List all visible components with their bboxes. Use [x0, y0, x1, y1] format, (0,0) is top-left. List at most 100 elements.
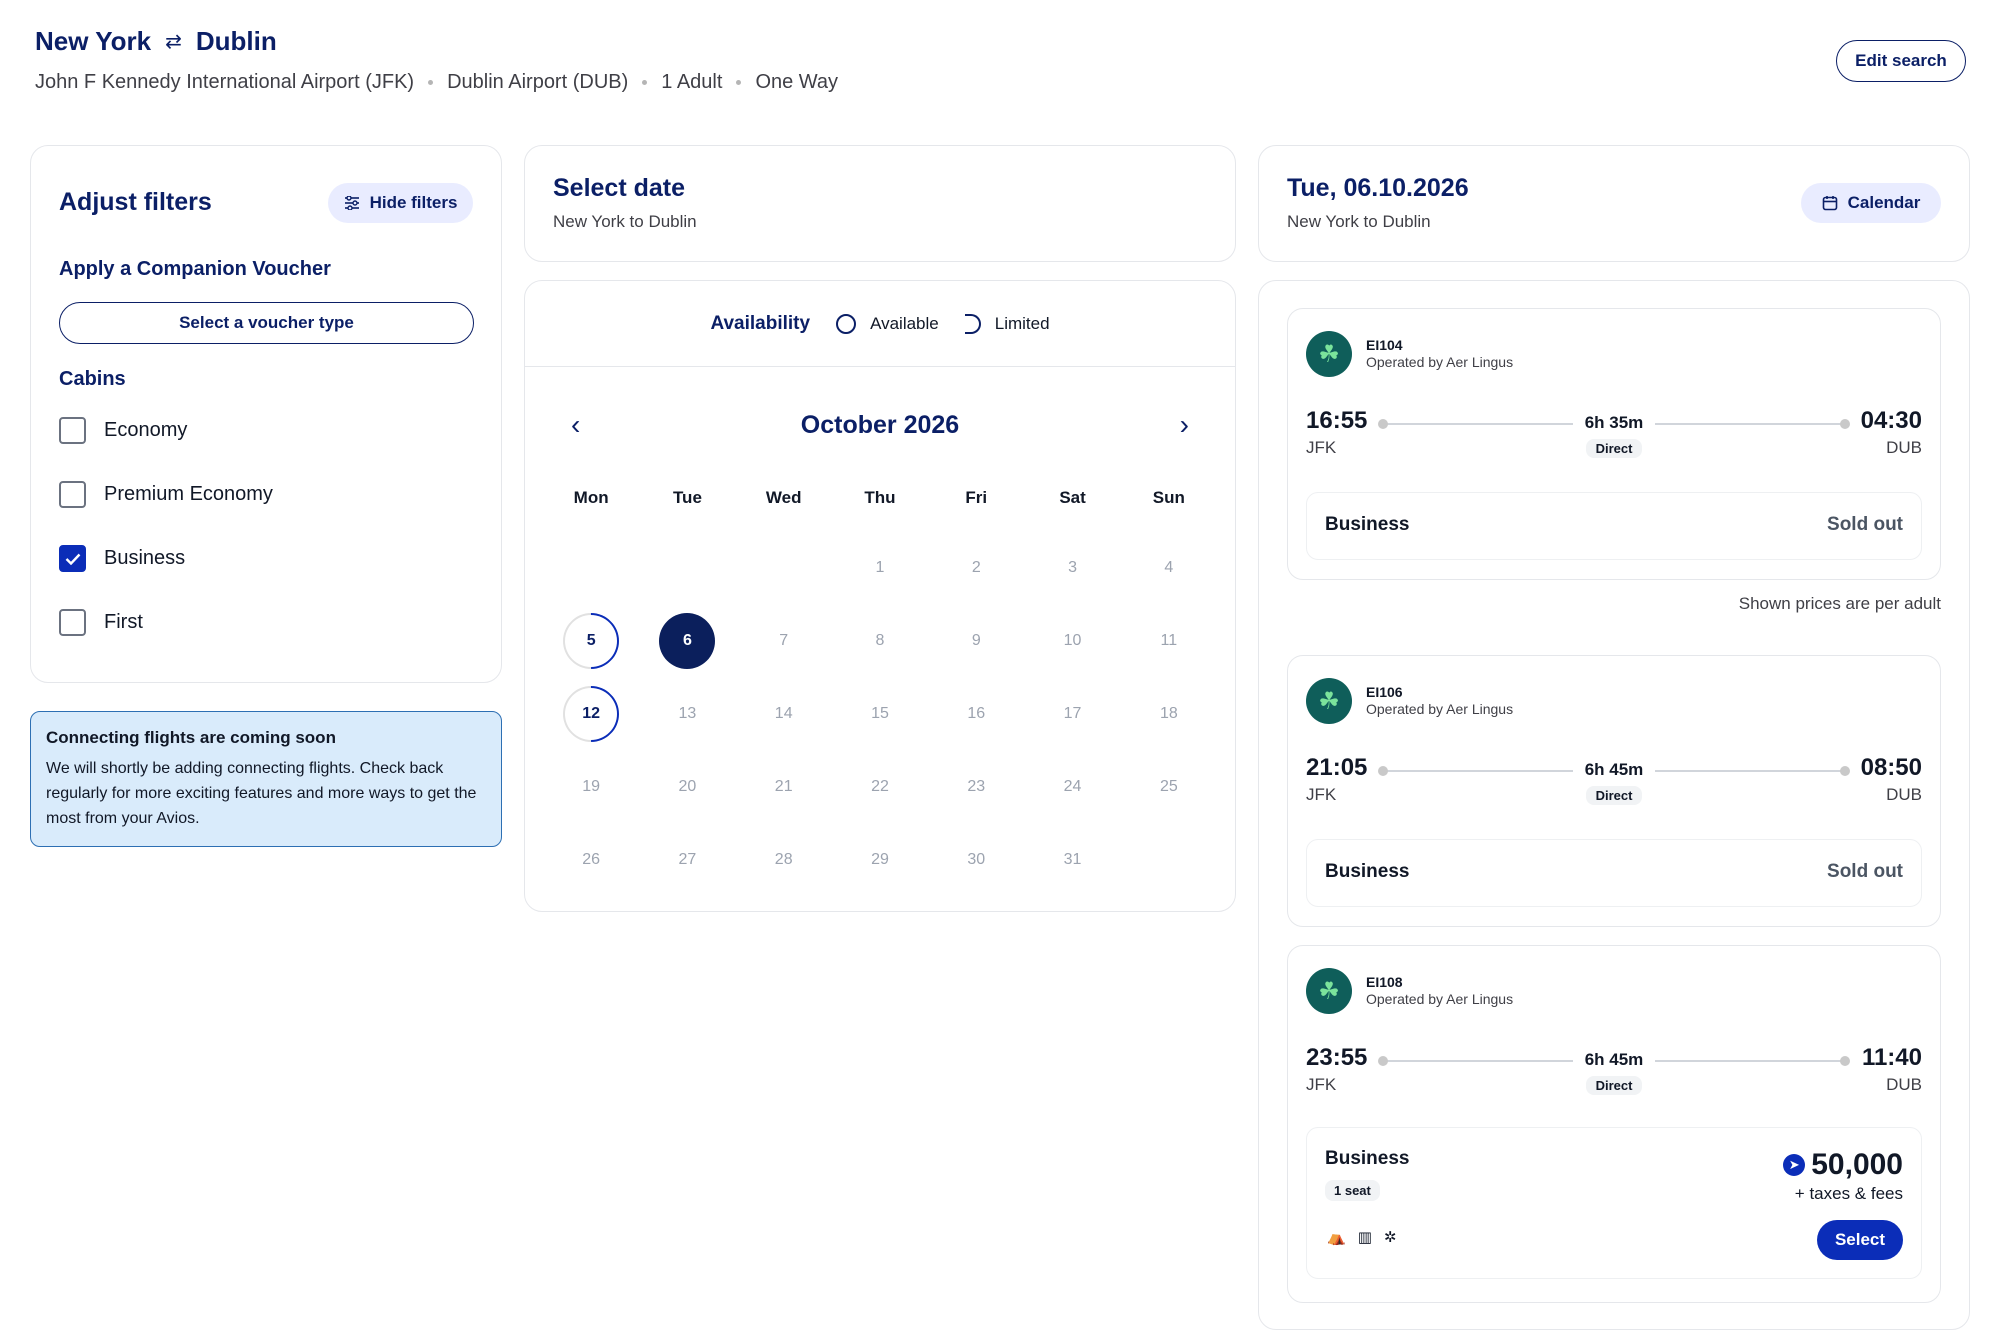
direct-badge: Direct: [1585, 1076, 1643, 1095]
calendar-day: 11: [1121, 604, 1217, 677]
filters-panel: Adjust filters Hide filters Apply a Comp…: [30, 145, 502, 683]
cabin-option-economy[interactable]: Economy: [59, 417, 187, 444]
calendar-days-grid: 1 2 3 4 5 6 7 8 9 10 11 12 13 14 15 16 17 18 19 20 21 22 23 24 2…: [543, 531, 1217, 896]
amenities: ⛺ ▥ ✲: [1327, 1228, 1396, 1246]
calendar-day[interactable]: 5: [543, 604, 639, 677]
operator: Operated by Aer Lingus: [1366, 354, 1514, 370]
duration: 6h 45m: [1288, 760, 1940, 780]
business-checkbox[interactable]: [59, 545, 86, 572]
duration-text: 6h 45m: [1572, 760, 1656, 779]
calendar-day: 19: [543, 750, 639, 823]
select-date-subtitle: New York to Dublin: [553, 212, 697, 231]
stops-wrap: Direct: [1288, 1076, 1940, 1095]
select-flight-button[interactable]: Select: [1817, 1220, 1903, 1260]
separator-dot: [642, 80, 648, 85]
selected-date-card: Tue, 06.10.2026 New York to Dublin Calen…: [1258, 145, 1970, 262]
limited-half-ring-icon: [964, 313, 981, 334]
edit-search-button[interactable]: Edit search: [1836, 40, 1966, 82]
day-number: 16: [967, 704, 986, 722]
sliders-icon: [344, 196, 359, 210]
day-number: 5: [586, 631, 596, 649]
weekday-label: Sun: [1152, 488, 1185, 507]
availability-label: Availability: [710, 312, 811, 334]
calendar-day: 24: [1024, 750, 1120, 823]
cabin-option-business[interactable]: Business: [59, 545, 185, 572]
aer-lingus-shamrock-icon: ☘: [1306, 331, 1352, 377]
weekday-header: Mon Tue Wed Thu Fri Sat Sun: [543, 488, 1217, 508]
day-number: 3: [1068, 558, 1078, 576]
sold-out-label: Sold out: [1827, 861, 1903, 882]
flight-card: ☘ EI104 Operated by Aer Lingus 16:55 04:…: [1287, 308, 1941, 580]
notice-body: We will shortly be adding connecting fli…: [46, 760, 477, 827]
selected-date-subtitle: New York to Dublin: [1287, 212, 1431, 231]
calendar-day: 13: [639, 677, 735, 750]
calendar-day: 30: [928, 823, 1024, 896]
swap-arrows-icon: ⇄: [165, 31, 182, 53]
calendar-day: 1: [832, 531, 928, 604]
calendar-button[interactable]: Calendar: [1801, 183, 1941, 223]
first-checkbox[interactable]: [59, 609, 86, 636]
departure-code: JFK: [1306, 438, 1337, 457]
legend-available: Available: [870, 313, 939, 333]
day-number: 15: [871, 704, 889, 722]
duration: 6h 35m: [1288, 413, 1940, 433]
cabin-label: Premium Economy: [104, 483, 273, 505]
connecting-flights-notice: Connecting flights are coming soon We wi…: [30, 711, 502, 847]
stops-wrap: Direct: [1288, 439, 1940, 458]
calendar-icon: [1822, 196, 1837, 211]
day-number: 30: [967, 850, 986, 868]
weekday-label: Mon: [573, 488, 609, 507]
day-number: 7: [779, 631, 789, 649]
weekday-label: Thu: [864, 488, 896, 507]
day-number: 14: [774, 704, 793, 722]
flight-number: EI104: [1366, 337, 1403, 353]
seats-left-badge: 1 seat: [1325, 1180, 1380, 1201]
calendar-day: 16: [928, 677, 1024, 750]
calendar-day: 28: [736, 823, 832, 896]
calendar-day-selected[interactable]: 6: [639, 604, 735, 677]
hide-filters-button[interactable]: Hide filters: [328, 183, 473, 223]
destination-city: Dublin: [195, 26, 277, 56]
calendar-day: 9: [928, 604, 1024, 677]
duration: 6h 45m: [1288, 1050, 1940, 1070]
calendar-day: 21: [736, 750, 832, 823]
price-value: 50,000: [1811, 1148, 1903, 1181]
availability-legend: Availability Available Limited: [525, 281, 1235, 367]
day-number: 18: [1159, 704, 1178, 722]
economy-checkbox[interactable]: [59, 417, 86, 444]
baggage-icon: ▥: [1357, 1229, 1372, 1246]
select-date-title: Select date: [553, 174, 686, 202]
seat-icon: ⛺: [1327, 1229, 1346, 1246]
day-number: 24: [1063, 777, 1082, 795]
flight-card: ☘ EI108 Operated by Aer Lingus 23:55 11:…: [1287, 945, 1941, 1303]
flight-card: ☘ EI106 Operated by Aer Lingus 21:05 08:…: [1287, 655, 1941, 927]
calendar-day: 18: [1121, 677, 1217, 750]
calendar-day[interactable]: 12: [543, 677, 639, 750]
duration-text: 6h 35m: [1572, 413, 1656, 432]
day-number: 25: [1159, 777, 1178, 795]
cabin-label: Economy: [104, 419, 188, 441]
calendar-day: 26: [543, 823, 639, 896]
flight-number: EI108: [1366, 974, 1403, 990]
operator: Operated by Aer Lingus: [1366, 701, 1514, 717]
day-number: 17: [1063, 704, 1082, 722]
next-month-chevron-icon[interactable]: ›: [1180, 409, 1189, 441]
calendar-day: 4: [1121, 531, 1217, 604]
calendar-day: 20: [639, 750, 735, 823]
calendar-day: 29: [832, 823, 928, 896]
day-number: 29: [871, 850, 889, 868]
departure-code: JFK: [1306, 785, 1337, 804]
cabin-name: Business: [1325, 861, 1410, 882]
calendar-button-label: Calendar: [1847, 193, 1921, 212]
cabin-option-premium-economy[interactable]: Premium Economy: [59, 481, 273, 508]
separator-dot: [428, 80, 434, 85]
cabin-name: Business: [1325, 514, 1410, 535]
direct-badge: Direct: [1585, 439, 1643, 458]
voucher-type-button[interactable]: Select a voucher type: [59, 302, 474, 344]
cabin-option-first[interactable]: First: [59, 609, 143, 636]
arrival-code: DUB: [1886, 1075, 1922, 1094]
select-date-card: Select date New York to Dublin: [524, 145, 1236, 262]
premium-economy-checkbox[interactable]: [59, 481, 86, 508]
day-number: 10: [1063, 631, 1082, 649]
stops-wrap: Direct: [1288, 786, 1940, 805]
